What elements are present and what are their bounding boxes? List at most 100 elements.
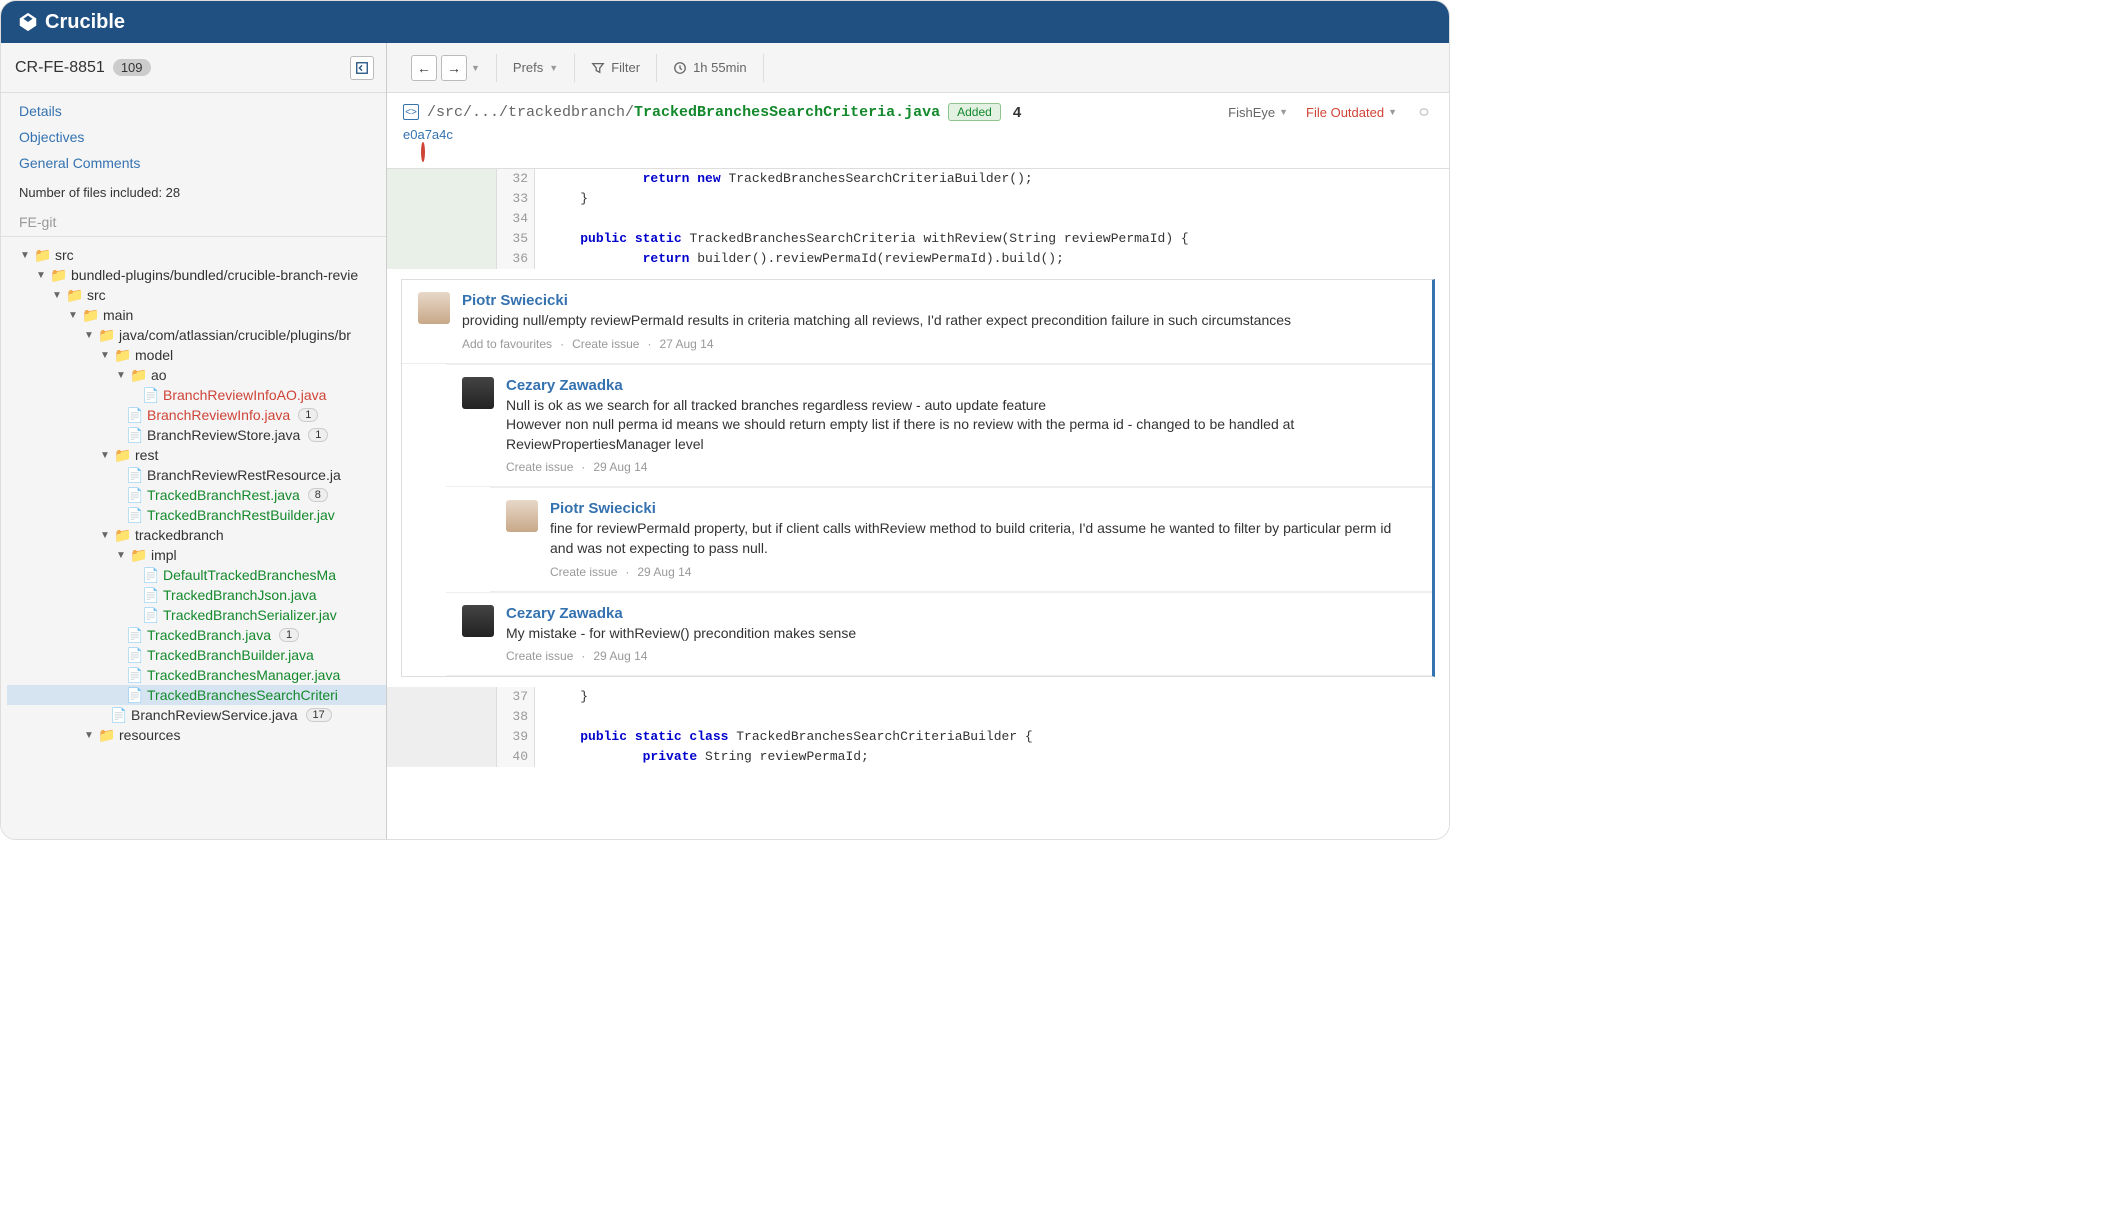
folder-icon: 📁 bbox=[115, 447, 131, 463]
tree-folder[interactable]: ▼📁src bbox=[7, 245, 386, 265]
tree-folder[interactable]: ▼📁main bbox=[7, 305, 386, 325]
create-issue-link[interactable]: Create issue bbox=[506, 460, 573, 474]
tree-file-selected[interactable]: 📄TrackedBranchesSearchCriteri bbox=[7, 685, 386, 705]
commit-hash[interactable]: e0a7a4c bbox=[403, 127, 453, 142]
file-icon: 📄 bbox=[127, 667, 143, 683]
code-line[interactable]: public static class TrackedBranchesSearc… bbox=[535, 727, 1449, 747]
comment-date: 29 Aug 14 bbox=[593, 649, 647, 663]
code-line[interactable]: return new TrackedBranchesSearchCriteria… bbox=[535, 169, 1449, 189]
line-number[interactable]: 33 bbox=[497, 189, 535, 209]
file-icon: 📄 bbox=[143, 587, 159, 603]
comment-author[interactable]: Piotr Swiecicki bbox=[550, 500, 1416, 517]
line-number[interactable]: 37 bbox=[497, 687, 535, 707]
line-number[interactable]: 34 bbox=[497, 209, 535, 229]
code-line[interactable]: public static TrackedBranchesSearchCrite… bbox=[535, 229, 1449, 249]
tree-folder[interactable]: ▼📁src bbox=[7, 285, 386, 305]
line-number[interactable]: 39 bbox=[497, 727, 535, 747]
comment-date: 27 Aug 14 bbox=[659, 337, 713, 351]
folder-icon: 📁 bbox=[51, 267, 67, 283]
objectives-link[interactable]: Objectives bbox=[19, 129, 368, 145]
caret-down-icon: ▼ bbox=[1388, 107, 1397, 117]
create-issue-link[interactable]: Create issue bbox=[550, 565, 617, 579]
tree-file[interactable]: 📄BranchReviewInfoAO.java bbox=[7, 385, 386, 405]
filter-icon bbox=[591, 61, 605, 75]
line-number[interactable]: 36 bbox=[497, 249, 535, 269]
tree-folder[interactable]: ▼📁resources bbox=[7, 725, 386, 745]
avatar[interactable] bbox=[462, 377, 494, 409]
line-number[interactable]: 32 bbox=[497, 169, 535, 189]
tree-file[interactable]: 📄BranchReviewStore.java1 bbox=[7, 425, 386, 445]
logo[interactable]: Crucible bbox=[17, 11, 125, 34]
add-to-favourites-link[interactable]: Add to favourites bbox=[462, 337, 552, 351]
tree-file[interactable]: 📄TrackedBranch.java1 bbox=[7, 625, 386, 645]
file-path[interactable]: /src/.../trackedbranch/TrackedBranchesSe… bbox=[427, 104, 940, 121]
prefs-dropdown[interactable]: Prefs▼ bbox=[513, 60, 558, 75]
tree-folder[interactable]: ▼📁trackedbranch bbox=[7, 525, 386, 545]
line-number[interactable]: 38 bbox=[497, 707, 535, 727]
filter-button[interactable]: Filter bbox=[591, 60, 640, 75]
tree-folder[interactable]: ▼📁bundled-plugins/bundled/crucible-branc… bbox=[7, 265, 386, 285]
tree-folder[interactable]: ▼📁model bbox=[7, 345, 386, 365]
tree-folder[interactable]: ▼📁ao bbox=[7, 365, 386, 385]
file-tree: ▼📁src ▼📁bundled-plugins/bundled/crucible… bbox=[1, 237, 386, 839]
comment-author[interactable]: Cezary Zawadka bbox=[506, 605, 1416, 622]
tree-folder[interactable]: ▼📁java/com/atlassian/crucible/plugins/br bbox=[7, 325, 386, 345]
folder-icon: 📁 bbox=[131, 367, 147, 383]
tree-file[interactable]: 📄TrackedBranchRest.java8 bbox=[7, 485, 386, 505]
comment-reply[interactable]: Piotr Swiecicki fine for reviewPermaId p… bbox=[490, 487, 1432, 591]
tree-folder[interactable]: ▼📁rest bbox=[7, 445, 386, 465]
avatar[interactable] bbox=[506, 500, 538, 532]
caret-down-icon: ▼ bbox=[471, 63, 480, 73]
tree-file[interactable]: 📄TrackedBranchesManager.java bbox=[7, 665, 386, 685]
file-header: <> /src/.../trackedbranch/TrackedBranche… bbox=[387, 93, 1449, 169]
comment-text: Null is ok as we search for all tracked … bbox=[506, 396, 1416, 455]
tree-file[interactable]: 📄TrackedBranchSerializer.jav bbox=[7, 605, 386, 625]
comment-count-badge: 17 bbox=[306, 708, 332, 722]
folder-icon: 📁 bbox=[67, 287, 83, 303]
line-number[interactable]: 35 bbox=[497, 229, 535, 249]
create-issue-link[interactable]: Create issue bbox=[506, 649, 573, 663]
top-bar: Crucible bbox=[1, 1, 1449, 43]
next-file-button[interactable]: → bbox=[441, 55, 467, 81]
caret-down-icon: ▼ bbox=[549, 63, 558, 73]
caret-down-icon: ▼ bbox=[51, 290, 63, 301]
content-pane: ← → ▼ Prefs▼ Filter bbox=[387, 43, 1449, 839]
folder-icon: 📁 bbox=[99, 327, 115, 343]
comment-reply[interactable]: Cezary Zawadka My mistake - for withRevi… bbox=[446, 592, 1432, 677]
create-issue-link[interactable]: Create issue bbox=[572, 337, 639, 351]
file-icon: 📄 bbox=[127, 407, 143, 423]
details-link[interactable]: Details bbox=[19, 103, 368, 119]
tree-file[interactable]: 📄BranchReviewService.java17 bbox=[7, 705, 386, 725]
added-tag: Added bbox=[948, 103, 1001, 121]
comment-author[interactable]: Piotr Swiecicki bbox=[462, 292, 1416, 309]
tree-file[interactable]: 📄BranchReviewInfo.java1 bbox=[7, 405, 386, 425]
code-line[interactable] bbox=[535, 707, 1449, 727]
avatar[interactable] bbox=[462, 605, 494, 637]
fisheye-dropdown[interactable]: FishEye▼ bbox=[1228, 105, 1288, 120]
nav-dropdown[interactable]: ▼ bbox=[471, 63, 480, 73]
time-spent[interactable]: 1h 55min bbox=[673, 60, 746, 75]
collapse-sidebar-button[interactable] bbox=[350, 56, 374, 80]
code-line[interactable]: private String reviewPermaId; bbox=[535, 747, 1449, 767]
tree-folder[interactable]: ▼📁impl bbox=[7, 545, 386, 565]
avatar[interactable] bbox=[418, 292, 450, 324]
link-icon[interactable] bbox=[1415, 106, 1433, 118]
tree-file[interactable]: 📄TrackedBranchBuilder.java bbox=[7, 645, 386, 665]
code-line[interactable]: return builder().reviewPermaId(reviewPer… bbox=[535, 249, 1449, 269]
line-number[interactable]: 40 bbox=[497, 747, 535, 767]
code-line[interactable]: } bbox=[535, 687, 1449, 707]
tree-file[interactable]: 📄BranchReviewRestResource.ja bbox=[7, 465, 386, 485]
comment-author[interactable]: Cezary Zawadka bbox=[506, 377, 1416, 394]
comment-reply[interactable]: Cezary Zawadka Null is ok as we search f… bbox=[446, 364, 1432, 488]
comment[interactable]: Piotr Swiecicki providing null/empty rev… bbox=[402, 280, 1432, 364]
code-line[interactable]: } bbox=[535, 189, 1449, 209]
review-id[interactable]: CR-FE-8851 109 bbox=[15, 59, 151, 77]
tree-file[interactable]: 📄TrackedBranchJson.java bbox=[7, 585, 386, 605]
general-comments-link[interactable]: General Comments bbox=[19, 155, 368, 171]
code-line[interactable] bbox=[535, 209, 1449, 229]
tree-file[interactable]: 📄DefaultTrackedBranchesMa bbox=[7, 565, 386, 585]
folder-icon: 📁 bbox=[99, 727, 115, 743]
prev-file-button[interactable]: ← bbox=[411, 55, 437, 81]
tree-file[interactable]: 📄TrackedBranchRestBuilder.jav bbox=[7, 505, 386, 525]
file-outdated-dropdown[interactable]: File Outdated▼ bbox=[1306, 105, 1397, 120]
